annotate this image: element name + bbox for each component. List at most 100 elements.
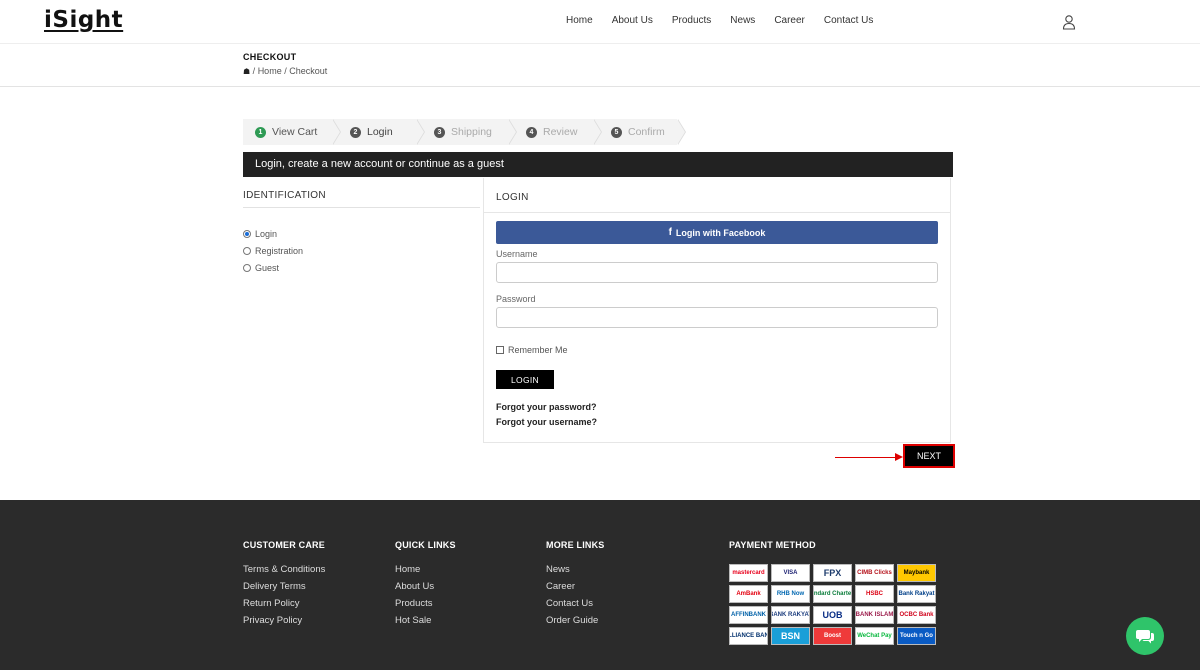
radio-button[interactable] xyxy=(243,246,251,255)
payment-logo: WeChat Pay xyxy=(855,627,894,645)
payment-logos: mastercard VISA FPX CIMB Clicks Maybank … xyxy=(729,564,937,645)
facebook-icon: f xyxy=(668,227,672,238)
footer-link-order-guide[interactable]: Order Guide xyxy=(546,615,605,632)
facebook-login-button[interactable]: f Login with Facebook xyxy=(496,221,938,244)
checkout-banner: Login, create a new account or continue … xyxy=(243,152,953,177)
footer-more-links: MORE LINKS News Career Contact Us Order … xyxy=(546,540,605,632)
site-logo[interactable]: iSight xyxy=(44,7,123,33)
remember-me-checkbox[interactable] xyxy=(496,346,504,354)
footer-payment: PAYMENT METHOD xyxy=(729,540,816,564)
payment-logo: mastercard xyxy=(729,564,768,582)
username-input[interactable] xyxy=(496,262,938,283)
footer-quick-links: QUICK LINKS Home About Us Products Hot S… xyxy=(395,540,456,632)
breadcrumb-home[interactable]: Home xyxy=(258,66,282,76)
nav-about-us[interactable]: About Us xyxy=(612,15,653,26)
footer-link-career[interactable]: Career xyxy=(546,581,605,598)
payment-logo: VISA xyxy=(771,564,810,582)
footer-customer-care: CUSTOMER CARE Terms & Conditions Deliver… xyxy=(243,540,325,632)
footer-link-return[interactable]: Return Policy xyxy=(243,598,325,615)
step-review: 4 Review xyxy=(508,119,602,145)
step-number: 3 xyxy=(434,126,445,138)
nav-products[interactable]: Products xyxy=(672,15,711,26)
payment-logo: BANK ISLAM xyxy=(855,606,894,624)
radio-login[interactable]: Login xyxy=(243,225,303,242)
footer-link-about[interactable]: About Us xyxy=(395,581,456,598)
facebook-login-label: Login with Facebook xyxy=(675,227,766,238)
step-label: Shipping xyxy=(451,126,492,138)
login-title: LOGIN xyxy=(496,192,529,203)
payment-logo: ALLIANCE BANK xyxy=(729,627,768,645)
payment-logo: FPX xyxy=(813,564,852,582)
footer-link-news[interactable]: News xyxy=(546,564,605,581)
site-header: iSight Home About Us Products News Caree… xyxy=(0,0,1200,44)
identification-options: Login Registration Guest xyxy=(243,225,303,276)
login-button[interactable]: LOGIN xyxy=(496,370,554,389)
home-icon[interactable]: ☗ xyxy=(243,67,250,76)
step-label: Review xyxy=(543,126,578,138)
step-view-cart[interactable]: 1 View Cart xyxy=(243,119,341,145)
step-label: View Cart xyxy=(272,126,318,138)
step-number: 5 xyxy=(611,126,622,138)
footer-heading: QUICK LINKS xyxy=(395,540,456,550)
nav-home[interactable]: Home xyxy=(566,15,593,26)
radio-label: Guest xyxy=(255,262,280,273)
payment-logo: HSBC xyxy=(855,585,894,603)
payment-logo: BANK RAKYAT xyxy=(771,606,810,624)
footer-link-contact[interactable]: Contact Us xyxy=(546,598,605,615)
step-number: 1 xyxy=(255,126,266,138)
payment-logo: Boost xyxy=(813,627,852,645)
footer-link-terms[interactable]: Terms & Conditions xyxy=(243,564,325,581)
step-label: Login xyxy=(367,126,393,138)
site-footer: CUSTOMER CARE Terms & Conditions Deliver… xyxy=(0,500,1200,670)
payment-logo: UOB xyxy=(813,606,852,624)
payment-logo: AFFINBANK xyxy=(729,606,768,624)
step-shipping: 3 Shipping xyxy=(416,119,517,145)
forgot-password-link[interactable]: Forgot your password? xyxy=(496,402,597,412)
forgot-username-link[interactable]: Forgot your username? xyxy=(496,417,597,427)
radio-button[interactable] xyxy=(243,263,251,272)
step-login[interactable]: 2 Login xyxy=(332,119,425,145)
remember-me-label: Remember Me xyxy=(508,345,568,355)
password-label: Password xyxy=(496,294,536,304)
footer-link-privacy[interactable]: Privacy Policy xyxy=(243,615,325,632)
annotation-arrow xyxy=(835,457,897,458)
login-panel: LOGIN f Login with Facebook Username Pas… xyxy=(483,178,951,443)
footer-link-home[interactable]: Home xyxy=(395,564,456,581)
footer-link-products[interactable]: Products xyxy=(395,598,456,615)
footer-link-delivery[interactable]: Delivery Terms xyxy=(243,581,325,598)
payment-logo: CIMB Clicks xyxy=(855,564,894,582)
footer-link-hot-sale[interactable]: Hot Sale xyxy=(395,615,456,632)
payment-logo: AmBank xyxy=(729,585,768,603)
radio-button[interactable] xyxy=(243,229,251,238)
step-label: Confirm xyxy=(628,126,665,138)
nav-career[interactable]: Career xyxy=(774,15,805,26)
payment-logo: Touch n Go xyxy=(897,627,936,645)
password-input[interactable] xyxy=(496,307,938,328)
remember-me[interactable]: Remember Me xyxy=(496,345,568,355)
checkout-steps: 1 View Cart 2 Login 3 Shipping 4 Review … xyxy=(243,119,686,145)
next-button[interactable]: NEXT xyxy=(903,444,955,468)
chat-button[interactable] xyxy=(1126,617,1164,655)
payment-logo: RHB Now xyxy=(771,585,810,603)
payment-logo: OCBC Bank xyxy=(897,606,936,624)
radio-label: Login xyxy=(255,228,278,239)
footer-heading: CUSTOMER CARE xyxy=(243,540,325,550)
footer-heading: PAYMENT METHOD xyxy=(729,540,816,550)
page-title: CHECKOUT xyxy=(243,52,297,62)
main-nav: Home About Us Products News Career Conta… xyxy=(566,15,892,26)
nav-contact-us[interactable]: Contact Us xyxy=(824,15,873,26)
payment-logo: Maybank xyxy=(897,564,936,582)
step-number: 2 xyxy=(350,126,361,138)
radio-registration[interactable]: Registration xyxy=(243,242,303,259)
annotation-arrow-head xyxy=(895,453,903,461)
payment-logo: BSN xyxy=(771,627,810,645)
radio-guest[interactable]: Guest xyxy=(243,259,303,276)
page-title-bar: CHECKOUT ☗ / Home / Checkout xyxy=(0,44,1200,87)
user-icon[interactable] xyxy=(1062,14,1076,30)
username-label: Username xyxy=(496,249,538,259)
step-number: 4 xyxy=(526,126,537,138)
nav-news[interactable]: News xyxy=(730,15,755,26)
breadcrumb-checkout: Checkout xyxy=(289,66,328,76)
radio-label: Registration xyxy=(255,245,304,256)
step-confirm: 5 Confirm xyxy=(593,119,686,145)
